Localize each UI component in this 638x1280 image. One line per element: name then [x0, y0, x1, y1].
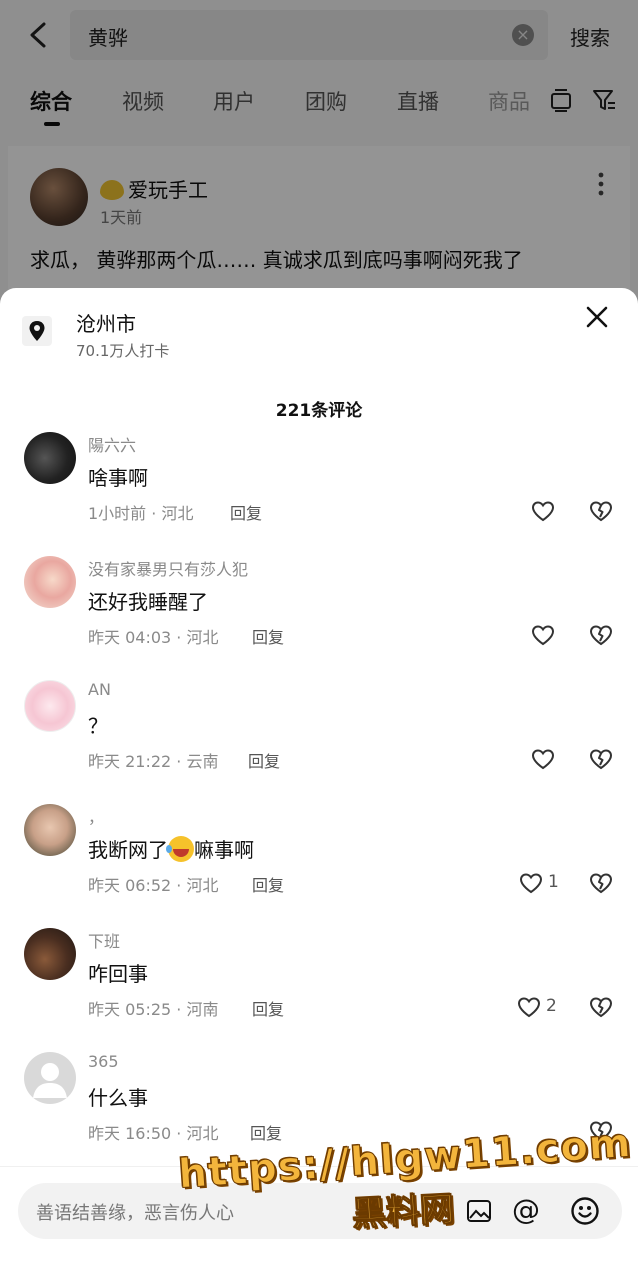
heart-icon[interactable]: [530, 746, 556, 772]
avatar[interactable]: [24, 1052, 76, 1104]
image-icon[interactable]: [466, 1199, 492, 1223]
avatar[interactable]: [24, 680, 76, 732]
comment-text: ？: [88, 714, 108, 738]
comment-text: 咋回事: [88, 962, 148, 986]
reply-button[interactable]: 回复: [252, 872, 284, 896]
comment-count: 221条评论: [275, 401, 363, 421]
comment-username[interactable]: 陽六六: [88, 432, 136, 456]
like-count: 1: [548, 872, 559, 892]
broken-heart-icon[interactable]: [588, 622, 614, 648]
comment-username[interactable]: ，: [88, 804, 104, 828]
broken-heart-icon[interactable]: [588, 994, 614, 1020]
comment-text: 啥事啊: [88, 466, 148, 490]
location-badge[interactable]: [22, 316, 52, 346]
default-avatar-icon: [33, 1063, 67, 1098]
reply-button[interactable]: 回复: [252, 996, 284, 1020]
watermark-name: 黑料网: [351, 1189, 456, 1235]
location-pin-icon: [29, 321, 45, 341]
comment-item[interactable]: 陽六六 啥事啊 1小时前 · 河北 回复: [0, 432, 638, 556]
smile-icon[interactable]: [570, 1196, 600, 1226]
comment-meta: 昨天 06:52 · 河北: [88, 876, 219, 895]
broken-heart-icon[interactable]: [588, 870, 614, 896]
heart-icon[interactable]: [518, 870, 544, 896]
broken-heart-icon[interactable]: [588, 746, 614, 772]
reply-button[interactable]: 回复: [248, 748, 280, 772]
comment-item[interactable]: ， 我断网了 嘛事啊 昨天 06:52 · 河北 回复 1: [0, 804, 638, 928]
comment-item[interactable]: 没有家暴男只有莎人犯 还好我睡醒了 昨天 04:03 · 河北 回复: [0, 556, 638, 680]
comment-meta: 昨天 04:03 · 河北: [88, 628, 219, 647]
comment-meta: 昨天 05:25 · 河南: [88, 1000, 219, 1019]
like-count: 2: [546, 996, 557, 1016]
comment-meta: 昨天 21:22 · 云南: [88, 752, 219, 771]
avatar[interactable]: [24, 432, 76, 484]
avatar[interactable]: [24, 556, 76, 608]
comment-input-placeholder: 善语结善缘，恶言伤人心: [36, 1203, 234, 1224]
avatar[interactable]: [24, 928, 76, 980]
overlay-dim[interactable]: [0, 0, 638, 300]
close-icon[interactable]: [584, 304, 610, 330]
comment-input[interactable]: 善语结善缘，恶言伤人心 @: [18, 1183, 622, 1239]
location-name[interactable]: 沧州市: [76, 308, 136, 337]
comment-username[interactable]: 365: [88, 1052, 119, 1071]
crying-laughing-emoji-icon: [166, 836, 194, 862]
comment-meta: 1小时前 · 河北: [88, 504, 194, 523]
comment-text: 还好我睡醒了: [88, 590, 208, 614]
avatar[interactable]: [24, 804, 76, 856]
reply-button[interactable]: 回复: [252, 624, 284, 648]
heart-icon[interactable]: [530, 498, 556, 524]
comment-text: 什么事: [88, 1086, 148, 1110]
comment-text: 我断网了 嘛事啊: [88, 836, 254, 862]
comment-item[interactable]: 下班 咋回事 昨天 05:25 · 河南 回复 2: [0, 928, 638, 1052]
comment-username[interactable]: AN: [88, 680, 111, 699]
comment-meta: 昨天 16:50 · 河北: [88, 1124, 219, 1143]
heart-icon[interactable]: [530, 622, 556, 648]
heart-icon[interactable]: [516, 994, 542, 1020]
comment-item[interactable]: AN ？ 昨天 21:22 · 云南 回复: [0, 680, 638, 804]
comment-username[interactable]: 没有家暴男只有莎人犯: [88, 556, 248, 580]
reply-button[interactable]: 回复: [250, 1120, 282, 1144]
location-checkins: 70.1万人打卡: [76, 342, 170, 360]
comment-username[interactable]: 下班: [88, 928, 120, 952]
at-icon[interactable]: @: [512, 1195, 540, 1225]
reply-button[interactable]: 回复: [230, 500, 262, 524]
broken-heart-icon[interactable]: [588, 498, 614, 524]
